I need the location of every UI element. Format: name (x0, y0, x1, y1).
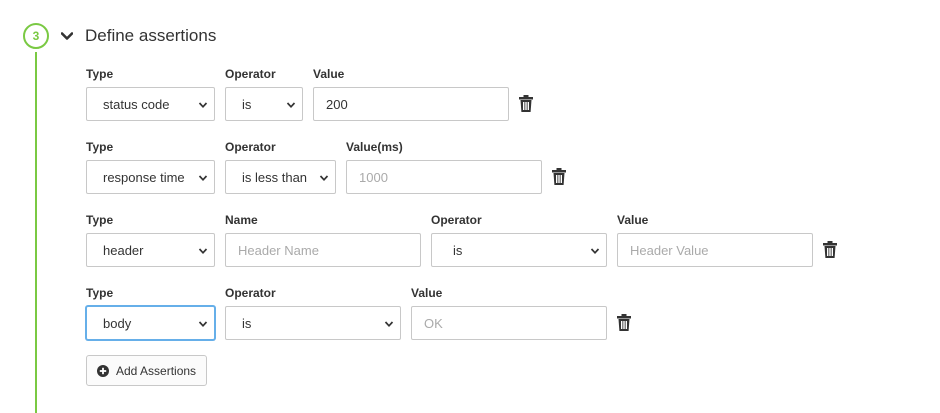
value-input[interactable]: OK (411, 306, 607, 340)
caret-down-icon (384, 321, 394, 328)
operator-label: Operator (225, 67, 276, 81)
caret-down-icon (198, 175, 208, 182)
operator-label: Operator (225, 286, 276, 300)
operator-label: Operator (225, 140, 276, 154)
caret-down-icon (198, 102, 208, 109)
operator-select-value: is (242, 315, 252, 331)
type-select[interactable]: response time (86, 160, 215, 194)
plus-circle-icon (97, 364, 109, 377)
type-select-value: status code (103, 96, 170, 112)
operator-select-value: is (242, 96, 252, 112)
header-name-input[interactable]: Header Name (225, 233, 421, 267)
header-value-placeholder: Header Value (630, 242, 709, 258)
type-select[interactable]: header (86, 233, 215, 267)
add-assertions-button[interactable]: Add Assertions (86, 355, 207, 386)
header-name-placeholder: Header Name (238, 242, 319, 258)
assertion-row: Type header Name Header Name Operator is… (86, 213, 846, 278)
step-title: Define assertions (85, 26, 217, 45)
caret-down-icon (286, 102, 296, 109)
type-select[interactable]: status code (86, 87, 215, 121)
operator-select[interactable]: is (431, 233, 607, 267)
type-label: Type (86, 140, 114, 154)
trash-icon[interactable] (616, 314, 632, 332)
value-input-text: 200 (326, 96, 348, 112)
value-label: Value (617, 213, 649, 227)
caret-down-icon (198, 248, 208, 255)
value-input-placeholder: OK (424, 315, 443, 331)
add-assertions-label: Add Assertions (116, 363, 197, 378)
chevron-down-icon[interactable] (60, 29, 74, 43)
value-input[interactable]: 1000 (346, 160, 542, 194)
type-label: Type (86, 286, 114, 300)
operator-select-value: is less than (242, 169, 308, 185)
define-assertions-step: 3 Define assertions Type status code Ope… (0, 0, 940, 413)
trash-icon[interactable] (822, 241, 838, 259)
type-select[interactable]: body (86, 306, 215, 340)
type-select-value: body (103, 315, 132, 331)
trash-icon[interactable] (551, 168, 567, 186)
type-select-value: response time (103, 169, 185, 185)
value-label: Value(ms) (346, 140, 403, 154)
assertion-row: Type status code Operator is Value 200 (86, 67, 546, 132)
type-select-value: header (103, 242, 144, 258)
operator-select-value: is (453, 242, 463, 258)
value-label: Value (411, 286, 443, 300)
value-label: Value (313, 67, 345, 81)
value-input[interactable]: 200 (313, 87, 509, 121)
operator-select[interactable]: is less than (225, 160, 336, 194)
value-input-placeholder: 1000 (359, 169, 388, 185)
operator-select[interactable]: is (225, 87, 303, 121)
step-number-badge: 3 (23, 23, 49, 49)
caret-down-icon (319, 175, 329, 182)
type-label: Type (86, 213, 114, 227)
name-label: Name (225, 213, 258, 227)
assertion-row: Type body Operator is Value OK (86, 286, 646, 351)
trash-icon[interactable] (518, 95, 534, 113)
type-label: Type (86, 67, 114, 81)
operator-label: Operator (431, 213, 482, 227)
assertion-row: Type response time Operator is less than… (86, 140, 576, 205)
step-progress-line (35, 52, 37, 413)
header-value-input[interactable]: Header Value (617, 233, 813, 267)
operator-select[interactable]: is (225, 306, 401, 340)
caret-down-icon (590, 248, 600, 255)
caret-down-icon (198, 321, 208, 328)
